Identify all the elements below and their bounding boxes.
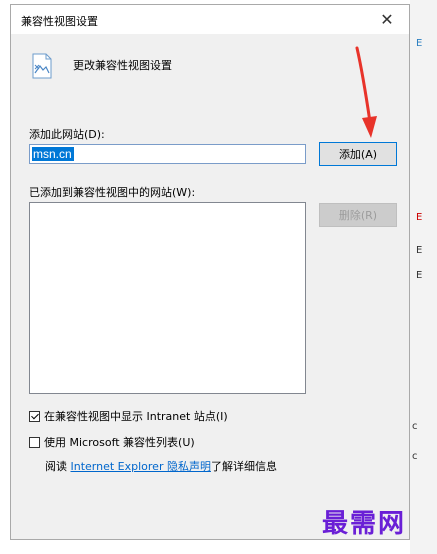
footer-suffix: 了解详细信息 <box>210 460 277 473</box>
close-icon: ✕ <box>380 10 394 29</box>
intranet-label: 在兼容性视图中显示 Intranet 站点(I) <box>44 410 228 423</box>
privacy-footer: 阅读 Internet Explorer 隐私声明了解详细信息 <box>45 458 277 474</box>
background-fragment: E <box>416 212 423 223</box>
close-button[interactable]: ✕ <box>365 5 409 34</box>
ms-list-option[interactable]: 使用 Microsoft 兼容性列表(U) <box>29 434 195 450</box>
compat-view-icon <box>32 53 52 79</box>
background-fragment: c <box>412 451 418 462</box>
header-text: 更改兼容性视图设置 <box>73 59 172 72</box>
compat-view-dialog: 兼容性视图设置 ✕ 更改兼容性视图设置 添加此网站(D): msn.cn 添加(… <box>10 4 410 540</box>
add-site-label: 添加此网站(D): <box>29 128 105 141</box>
background-fragment: E <box>416 245 423 256</box>
privacy-link[interactable]: Internet Explorer 隐私声明 <box>71 460 211 473</box>
site-list-label: 已添加到兼容性视图中的网站(W): <box>29 186 196 199</box>
intranet-checkbox[interactable] <box>29 410 40 422</box>
add-button[interactable]: 添加(A) <box>319 142 397 166</box>
site-list[interactable] <box>29 202 306 394</box>
footer-prefix: 阅读 <box>45 460 71 473</box>
background-window-strip <box>410 0 437 554</box>
background-fragment: E <box>416 38 423 49</box>
intranet-option[interactable]: 在兼容性视图中显示 Intranet 站点(I) <box>29 408 228 424</box>
background-fragment: E <box>416 270 423 281</box>
dialog-title: 兼容性视图设置 <box>21 15 98 28</box>
add-button-label: 添加(A) <box>338 148 378 161</box>
remove-button[interactable]: 删除(R) <box>319 203 397 227</box>
ms-list-checkbox[interactable] <box>29 436 40 448</box>
remove-button-label: 删除(R) <box>338 209 378 222</box>
background-fragment: c <box>412 421 418 432</box>
watermark-text: 最需网 <box>322 509 407 539</box>
ms-list-label: 使用 Microsoft 兼容性列表(U) <box>44 436 195 449</box>
add-site-input-text: msn.cn <box>33 147 72 161</box>
dialog-titlebar[interactable]: 兼容性视图设置 ✕ <box>11 5 409 34</box>
